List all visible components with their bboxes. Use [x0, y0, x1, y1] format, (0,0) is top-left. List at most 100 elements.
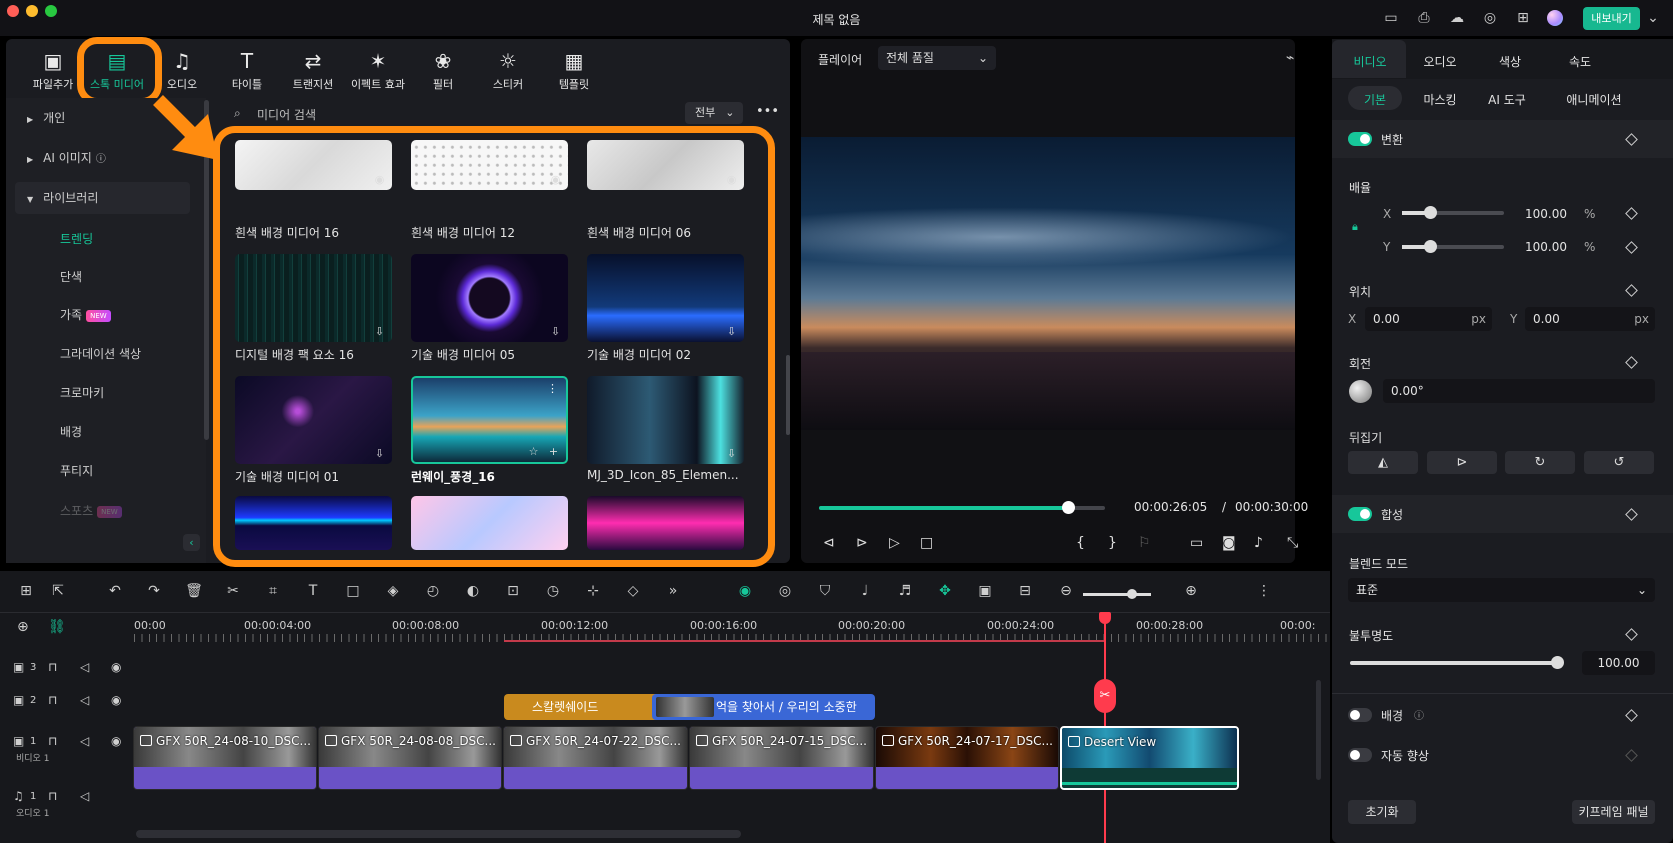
eye-icon[interactable]: ◉	[111, 693, 121, 707]
display-icon[interactable]: ▭	[1190, 535, 1203, 551]
pos-y-input[interactable]: 0.00 px	[1525, 307, 1655, 331]
speaker-icon[interactable]: ◁	[80, 734, 89, 748]
sidebar-subitem[interactable]: 스포츠 NEW	[60, 502, 122, 519]
inspector-tab[interactable]: 오디오	[1415, 53, 1465, 70]
headset-icon[interactable]: ◎	[1482, 10, 1498, 26]
toolbar-music-note-button[interactable]: ♫ 오디오	[148, 48, 216, 92]
download-icon[interactable]: ⇩	[725, 325, 738, 338]
media-thumbnail[interactable]: ⇩	[235, 254, 392, 342]
next-frame-icon[interactable]: ⊳	[856, 535, 868, 551]
redo-icon[interactable]: ↷	[145, 582, 163, 600]
rect-icon[interactable]: □	[344, 582, 362, 600]
mask-icon[interactable]: ◈	[384, 582, 402, 600]
media-thumbnail[interactable]	[235, 496, 392, 550]
view-icon[interactable]: ⋮	[1255, 582, 1273, 600]
playback-progress[interactable]	[819, 501, 1105, 514]
keyframe-icon[interactable]: ◇	[624, 582, 642, 600]
media-thumbnail[interactable]: ◉	[235, 140, 392, 190]
favorite-star-icon[interactable]: ☆	[527, 445, 540, 458]
media-thumbnail[interactable]: ◉	[587, 140, 744, 190]
timeline-clip[interactable]: GFX 50R_24-07-22_DSC...	[503, 726, 688, 790]
select-icon[interactable]: ⇱	[49, 582, 67, 600]
sidebar-subitem[interactable]: 단색	[60, 268, 82, 285]
speaker-icon[interactable]: ◁	[80, 693, 89, 707]
inspector-subtab[interactable]: 마스킹	[1415, 91, 1465, 108]
scale-y-value[interactable]: 100.00	[1525, 240, 1567, 254]
download-icon[interactable]: ◉	[549, 173, 562, 186]
opacity-input[interactable]: 100.00	[1582, 651, 1655, 675]
search-input[interactable]: 미디어 검색	[257, 106, 316, 123]
collapse-sidebar-button[interactable]: ‹	[183, 534, 200, 551]
playhead-handle[interactable]	[1099, 612, 1111, 624]
download-icon[interactable]: ⇩	[549, 325, 562, 338]
scale-x-value[interactable]: 100.00	[1525, 207, 1567, 221]
eye-icon[interactable]: ◉	[111, 734, 121, 748]
sidebar-item-library[interactable]: ▼ 라이브러리	[15, 182, 190, 214]
toolbar-import-media-button[interactable]: ▣ 파일추가	[19, 48, 87, 92]
play-icon[interactable]: ▷	[889, 535, 900, 551]
media-thumbnail[interactable]: ⇩	[411, 254, 568, 342]
scale-y-slider[interactable]	[1402, 240, 1504, 253]
split-icon[interactable]: ⊟	[1016, 582, 1034, 600]
media-scrollbar[interactable]	[786, 355, 790, 435]
media-thumbnail[interactable]: ⇩	[587, 376, 744, 464]
fit-icon[interactable]: ⊹	[584, 582, 602, 600]
forward-icon[interactable]: »	[664, 582, 682, 600]
timeline-clip[interactable]: Desert View	[1060, 726, 1239, 790]
cut-icon[interactable]: ✂	[224, 582, 242, 600]
inspector-subtab[interactable]: 기본	[1350, 91, 1400, 108]
stabilize-icon[interactable]: ⊡	[504, 582, 522, 600]
pos-x-input[interactable]: 0.00 px	[1365, 307, 1492, 331]
timeline-scrollbar[interactable]	[136, 830, 741, 838]
lock-icon[interactable]: ⊓	[48, 789, 57, 803]
composite-toggle[interactable]	[1348, 507, 1372, 521]
download-icon[interactable]: ⇩	[373, 447, 386, 460]
eye-icon[interactable]: ◉	[111, 660, 121, 674]
inspector-tab[interactable]: 비디오	[1345, 53, 1395, 70]
render-icon[interactable]: ◎	[776, 582, 794, 600]
snap-icon[interactable]: ✥	[936, 582, 954, 600]
export-button[interactable]: 내보내기	[1583, 7, 1640, 30]
more-options-icon[interactable]: •••	[756, 104, 779, 119]
lock-icon[interactable]: ⊓	[48, 660, 57, 674]
avatar[interactable]	[1547, 10, 1563, 26]
toolbar-sticker-button[interactable]: ☼ 스티커	[474, 48, 542, 92]
quality-dropdown[interactable]: 전체 품질 ⌄	[878, 46, 996, 70]
rotation-input[interactable]: 0.00°	[1383, 379, 1655, 403]
inspector-subtab[interactable]: AI 도구	[1482, 91, 1532, 108]
speaker-icon[interactable]: ◁	[80, 789, 89, 803]
sidebar-subitem[interactable]: 푸티지	[60, 462, 93, 479]
inspector-tab[interactable]: 색상	[1485, 53, 1535, 70]
keyframe-panel-button[interactable]: 키프레임 패널	[1572, 800, 1655, 824]
toolbar-stock-media-button[interactable]: ▤ 스톡 미디어	[83, 48, 151, 92]
waveform-icon[interactable]: ⌁	[1286, 50, 1294, 66]
title-clip[interactable]: 억을 찾아서 / 우리의 소중한	[652, 694, 875, 720]
music-icon[interactable]: ♬	[896, 582, 914, 600]
mark-in-icon[interactable]: {	[1076, 535, 1085, 551]
speaker-icon[interactable]: ◁	[80, 660, 89, 674]
filter-dropdown[interactable]: 전부 ⌄	[685, 102, 743, 124]
download-icon[interactable]: ◉	[725, 173, 738, 186]
crop-icon[interactable]: ⌗	[264, 582, 282, 600]
media-thumbnail[interactable]	[411, 496, 568, 550]
flip-vertical-button[interactable]: ⊳	[1427, 451, 1497, 474]
sidebar-subitem[interactable]: 트렌딩	[60, 230, 93, 247]
timeline-clip[interactable]: GFX 50R_24-07-15_DSC...	[689, 726, 874, 790]
delete-icon[interactable]: 🗑︎	[185, 582, 203, 600]
timeline-clip[interactable]: GFX 50R_24-08-08_DSC...	[318, 726, 502, 790]
media-thumbnail[interactable]	[587, 496, 744, 550]
media-thumbnail[interactable]: + ☆ ⋮	[411, 376, 568, 464]
lock-icon[interactable]: 🔒︎	[1352, 220, 1358, 234]
media-thumbnail[interactable]: ◉	[411, 140, 568, 190]
download-icon[interactable]: ⇩	[725, 447, 738, 460]
sidebar-subitem[interactable]: 그라데이션 색상	[60, 345, 141, 362]
mark-out-icon[interactable]: }	[1108, 535, 1117, 551]
auto-enhance-toggle[interactable]	[1348, 748, 1372, 762]
download-icon[interactable]: ◉	[373, 173, 386, 186]
split-scissors-icon[interactable]: ✂	[1094, 679, 1116, 713]
color-icon[interactable]: ◐	[464, 582, 482, 600]
toolbar-effects-sparkle-button[interactable]: ✶ 이펙트 효과	[344, 48, 412, 92]
inspector-subtab[interactable]: 애니메이션	[1548, 91, 1640, 108]
media-thumbnail[interactable]: ⇩	[235, 376, 392, 464]
scale-x-slider[interactable]	[1402, 206, 1504, 219]
